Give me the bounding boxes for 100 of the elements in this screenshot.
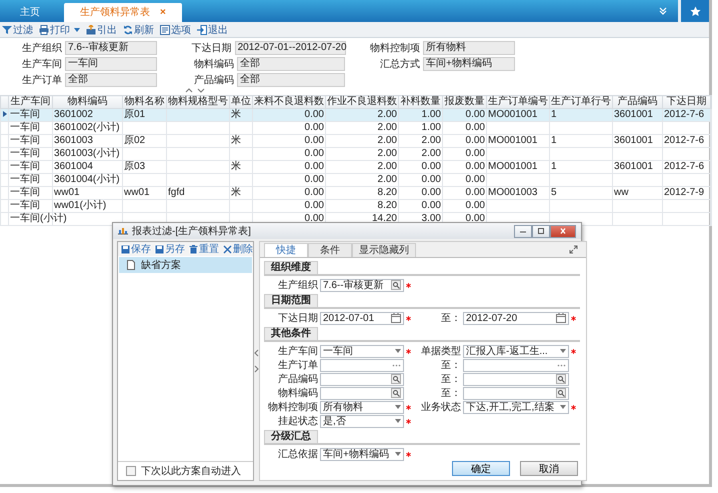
input-field[interactable] <box>320 358 404 372</box>
date-field[interactable]: 2012-07-01 <box>320 312 404 324</box>
column-header[interactable]: 物料名称 <box>122 96 166 108</box>
toolbar-button[interactable]: 另存 <box>155 242 185 256</box>
column-header[interactable]: 作业不良退料数 <box>326 96 398 108</box>
table-cell: 1.00 <box>422 109 441 120</box>
dialog-button[interactable]: 取消 <box>520 461 578 476</box>
column-header[interactable]: 单位 <box>230 96 252 108</box>
chevron-down-icon[interactable] <box>196 88 204 93</box>
checkbox[interactable] <box>126 466 136 476</box>
filter-label: 物料控制项 <box>369 42 420 55</box>
favorites-button[interactable] <box>678 0 709 22</box>
dropdown-arrow-icon[interactable] <box>560 349 566 353</box>
more-icon[interactable] <box>392 364 401 366</box>
toolbar-button[interactable]: 退出 <box>197 22 228 36</box>
page-tab[interactable]: 主页 <box>4 3 56 22</box>
chevron-up-icon[interactable] <box>184 88 192 93</box>
table-cell: 0.00 <box>304 174 324 185</box>
input-field[interactable] <box>320 372 404 386</box>
table-cell: 0.00 <box>466 122 485 133</box>
table-cell: 0.00 <box>422 174 441 185</box>
row-pointer-icon <box>2 111 6 117</box>
dropdown-field[interactable]: 车间+物料编码 <box>320 448 404 460</box>
lookup-icon[interactable] <box>556 388 566 398</box>
dropdown-arrow-icon[interactable] <box>395 452 401 456</box>
calendar-icon[interactable] <box>391 313 401 323</box>
section-title: 日期范围 <box>264 294 318 307</box>
dialog-button[interactable]: 确定 <box>452 461 510 476</box>
filter-tab[interactable]: 快捷 <box>264 243 308 257</box>
toolbar-button[interactable]: 过滤 <box>2 22 33 36</box>
input-field[interactable] <box>463 358 569 372</box>
table-cell: 3601004(小计) <box>54 174 120 185</box>
table-cell: 一车间 <box>10 187 40 198</box>
table-cell: 2.00 <box>378 174 397 185</box>
input-field[interactable] <box>463 372 569 386</box>
table-cell: 一车间 <box>10 200 40 211</box>
lookup-icon[interactable] <box>391 280 401 290</box>
caret-icon[interactable] <box>74 28 80 32</box>
column-header[interactable]: 补料数量 <box>398 96 442 108</box>
expand-icon[interactable] <box>569 245 578 254</box>
column-header[interactable]: 报废数量 <box>442 96 486 108</box>
dropdown-field[interactable]: 是,否 <box>320 414 404 428</box>
table-cell: 14.20 <box>372 213 397 224</box>
table-cell: 1 <box>551 161 557 172</box>
required-icon <box>406 452 411 456</box>
dropdown-arrow-icon[interactable] <box>395 405 401 409</box>
toolbar-button[interactable]: 重置 <box>189 242 219 256</box>
funnel-icon <box>2 24 12 34</box>
calendar-icon[interactable] <box>556 313 566 323</box>
dropdown-arrow-icon[interactable] <box>395 349 401 353</box>
filter-value: 全部 <box>237 73 345 87</box>
dropdown-field[interactable]: 一车间 <box>320 344 404 358</box>
lookup-icon[interactable] <box>556 374 566 384</box>
lookup-icon[interactable] <box>391 374 401 384</box>
table-cell: 2012-7-6 <box>664 109 704 120</box>
toolbar-button[interactable]: 打印 <box>39 22 80 36</box>
table-cell: 一车间 <box>10 161 40 172</box>
toolbar-button[interactable]: 引出 <box>86 22 117 36</box>
toolbar-button[interactable]: 选项 <box>160 22 191 36</box>
scheme-item[interactable]: 缺省方案 <box>119 257 252 273</box>
field-label: 下达日期 <box>277 312 318 325</box>
dropdown-field[interactable]: 下达,开工,完工,结案 <box>463 400 569 414</box>
close-button[interactable] <box>550 224 576 238</box>
table-cell: 0.00 <box>304 161 324 172</box>
column-header[interactable]: 生产订单编号 <box>486 96 550 108</box>
filter-tab[interactable]: 显示隐藏列 <box>352 243 416 257</box>
filter-tab[interactable]: 条件 <box>308 243 352 257</box>
dropdown-arrow-icon[interactable] <box>560 405 566 409</box>
input-field[interactable] <box>320 386 404 400</box>
double-chevron-icon[interactable] <box>658 6 668 16</box>
chevron-left-icon[interactable] <box>254 349 259 357</box>
column-header[interactable]: 产品编码 <box>612 96 662 108</box>
field-label: 业务状态 <box>420 400 461 414</box>
column-header[interactable]: 下达日期 <box>662 96 710 108</box>
column-header[interactable]: 生产车间 <box>8 96 52 108</box>
column-header[interactable]: 物料规格型号 <box>166 96 230 108</box>
toolbar-button[interactable]: 删除 <box>223 242 253 256</box>
date-field[interactable]: 2012-07-20 <box>463 312 569 324</box>
more-icon[interactable] <box>557 364 566 366</box>
required-icon <box>406 404 411 410</box>
maximize-button[interactable] <box>532 224 550 238</box>
input-field[interactable] <box>463 386 569 400</box>
toolbar-button[interactable]: 刷新 <box>123 22 154 36</box>
column-header[interactable]: 来料不良退料数 <box>252 96 326 108</box>
toolbar-button[interactable]: 保存 <box>121 242 151 256</box>
minimize-button[interactable] <box>514 224 532 238</box>
chevron-right-icon[interactable] <box>254 365 259 373</box>
required-icon <box>571 348 576 354</box>
table-cell: 3601003 <box>54 135 93 146</box>
table-cell: fgfd <box>168 187 185 198</box>
column-header[interactable]: 物料编码 <box>52 96 122 108</box>
dropdown-arrow-icon[interactable] <box>395 419 401 423</box>
table-cell: 2012-7-9 <box>664 187 704 198</box>
column-header[interactable]: 生产订单行号 <box>550 96 612 108</box>
dropdown-field[interactable]: 汇报入库-返工生... <box>463 344 569 358</box>
input-field[interactable]: 7.6--审核更新 <box>320 278 404 292</box>
dropdown-field[interactable]: 所有物料 <box>320 400 404 414</box>
lookup-icon[interactable] <box>391 388 401 398</box>
table-cell: 0.00 <box>304 122 324 133</box>
table-cell: 0.00 <box>304 213 324 224</box>
